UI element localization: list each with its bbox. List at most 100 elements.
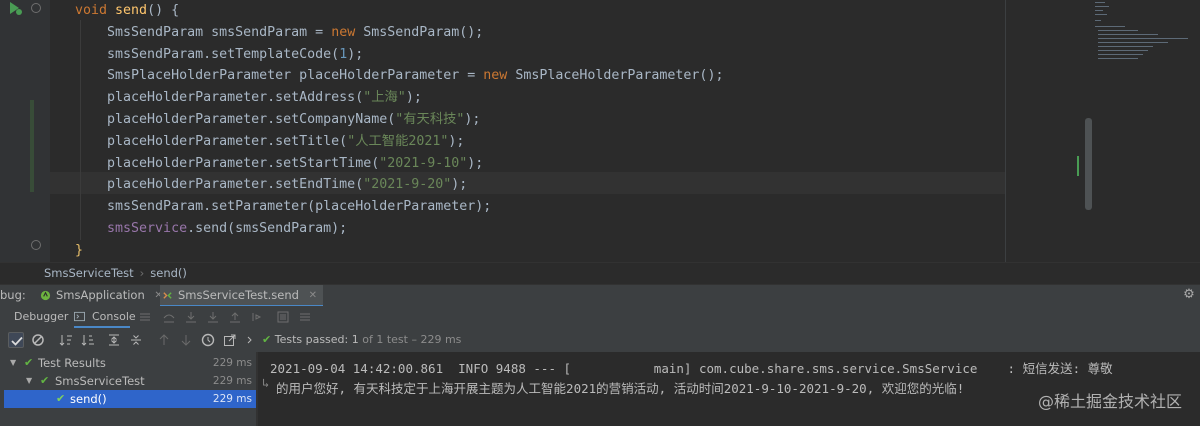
code-token: new [331, 24, 364, 40]
code-minimap[interactable] [1092, 0, 1192, 70]
tab-sms-application[interactable]: SmsApplication ✕ [38, 285, 169, 307]
step-into-icon[interactable] [184, 310, 198, 324]
tests-passed-count: 1 [351, 333, 359, 346]
test-history-icon[interactable] [200, 332, 216, 348]
tree-item-label: SmsServiceTest [55, 374, 145, 388]
show-ignored-icon[interactable] [30, 332, 46, 348]
tree-item-send[interactable]: ✔ send() 229 ms [4, 390, 256, 408]
console-icon [74, 311, 85, 322]
close-icon[interactable]: ✕ [309, 285, 317, 306]
code-token: SmsPlaceHolderParameter(); [515, 68, 724, 84]
tree-item-time: 229 ms [212, 375, 252, 387]
code-token: ); [451, 177, 468, 193]
tab-console-label: Console [92, 310, 136, 323]
tree-item-time: 229 ms [212, 357, 252, 369]
code-line: SmsSendParam smsSendParam = new SmsSendP… [75, 22, 483, 44]
code-line: SmsPlaceHolderParameter placeHolderParam… [75, 65, 723, 87]
code-token: } [75, 242, 84, 258]
tree-item-label: Test Results [38, 356, 106, 370]
code-token: placeHolderParameter.setStartTime( [75, 155, 380, 171]
evaluate-expression-icon[interactable] [276, 310, 290, 324]
breadcrumb-class[interactable]: SmsServiceTest [44, 266, 134, 280]
run-test-icon[interactable] [7, 0, 23, 16]
code-token: SmsSendParam(); [363, 24, 484, 40]
run-to-cursor-icon[interactable] [250, 310, 264, 324]
right-margin-guide [1005, 0, 1006, 262]
show-passed-icon[interactable] [8, 332, 24, 348]
check-icon: ✔ [56, 392, 66, 405]
tree-item-label: send() [70, 392, 107, 406]
next-failed-test-icon[interactable] [178, 332, 194, 348]
previous-failed-test-icon[interactable] [156, 332, 172, 348]
tab-label: SmsServiceTest.send [178, 288, 299, 302]
test-runner-toolbar: ✔ Tests passed: 1 of 1 test – 229 ms [0, 328, 1200, 352]
error-stripe-ok-mark [1077, 156, 1079, 176]
debug-tool-tabs: Debugger Console [0, 306, 1200, 328]
tests-passed-suffix: of 1 test – 229 ms [358, 333, 462, 346]
code-token: smsSendParam.setParameter(placeHolderPar… [75, 199, 492, 215]
code-token: "有天科技" [395, 112, 465, 127]
tab-debugger[interactable]: Debugger [14, 306, 68, 328]
code-token: placeHolderParameter.setCompanyName( [75, 112, 396, 127]
code-line: placeHolderParameter.setTitle("人工智能2021"… [75, 131, 464, 153]
tree-item-time: 229 ms [212, 393, 252, 405]
code-token: ); [405, 90, 422, 106]
code-token: SmsSendParam smsSendParam = [75, 24, 332, 40]
editor-gutter [0, 0, 50, 262]
code-token: 1 [339, 46, 348, 62]
tests-passed-prefix: Tests passed: [274, 333, 352, 346]
step-out-icon[interactable] [228, 310, 242, 324]
code-token: "上海" [363, 90, 406, 106]
expand-all-icon[interactable] [106, 332, 122, 348]
code-line: placeHolderParameter.setCompanyName("有天科… [75, 109, 480, 131]
code-line: placeHolderParameter.setAddress("上海"); [75, 87, 422, 109]
code-line: smsService.send(smsSendParam); [75, 218, 347, 240]
code-token: ); [448, 133, 465, 149]
menu-lines-icon[interactable] [138, 310, 152, 324]
chevron-down-icon[interactable]: ▼ [10, 354, 16, 372]
breadcrumb: SmsServiceTest › send() [0, 262, 1200, 284]
gear-icon[interactable]: ⚙ [1182, 288, 1196, 302]
tab-sms-service-test-send[interactable]: SmsServiceTest.send ✕ [160, 285, 323, 307]
breadcrumb-separator-icon: › [139, 266, 145, 280]
code-token: send [115, 3, 148, 18]
spring-boot-icon [40, 290, 51, 301]
code-line: void send() { [75, 0, 179, 22]
code-token: placeHolderParameter.setEndTime( [75, 177, 364, 193]
code-editor[interactable]: void send() { SmsSendParam smsSendParam … [0, 0, 1200, 262]
tab-console[interactable]: Console [74, 306, 136, 328]
check-icon: ✔ [40, 374, 50, 387]
code-token: .send(smsSendParam); [187, 221, 348, 236]
code-line: smsSendParam.setParameter(placeHolderPar… [75, 196, 491, 218]
export-test-results-icon[interactable] [222, 332, 238, 348]
check-icon: ✔ [262, 333, 272, 346]
tree-item-test-results[interactable]: ▼ ✔ Test Results 229 ms [0, 354, 256, 372]
test-results-tree: ▼ ✔ Test Results 229 ms ▼ ✔ SmsServiceTe… [0, 352, 256, 426]
trace-current-stream-icon[interactable] [298, 310, 312, 324]
more-options-icon[interactable] [242, 332, 258, 348]
test-run-icon [163, 292, 172, 299]
force-step-into-icon[interactable] [206, 310, 220, 324]
debug-tool-window-header: bug: SmsApplication ✕ SmsServiceTest.sen… [0, 284, 1200, 307]
code-line: } [75, 240, 83, 262]
code-token: "2021-9-10" [379, 155, 468, 171]
sort-alphabetically-icon[interactable] [58, 332, 74, 348]
tree-item-sms-service-test[interactable]: ▼ ✔ SmsServiceTest 229 ms [0, 372, 256, 390]
vcs-change-marker [30, 100, 34, 192]
breadcrumb-method[interactable]: send() [150, 266, 187, 280]
chevron-down-icon[interactable]: ▼ [26, 372, 32, 390]
sort-by-duration-icon[interactable] [80, 332, 96, 348]
console-line: 的用户您好, 有天科技定于上海开展主题为人工智能2021的营销活动, 活动时间2… [276, 381, 965, 396]
tab-label: SmsApplication [56, 288, 145, 302]
fold-icon[interactable] [31, 240, 41, 250]
code-line: placeHolderParameter.setStartTime("2021-… [75, 153, 483, 175]
tab-debugger-label: Debugger [14, 310, 69, 323]
fold-icon[interactable] [31, 3, 41, 13]
collapse-all-icon[interactable] [128, 332, 144, 348]
code-token: void [75, 3, 116, 18]
code-token: () { [147, 3, 180, 18]
console-line: 2021-09-04 14:42:00.861 INFO 9488 --- [ … [270, 361, 1113, 376]
step-over-icon[interactable] [162, 310, 176, 324]
code-token: ); [347, 46, 364, 62]
editor-scrollbar[interactable] [1085, 118, 1092, 210]
